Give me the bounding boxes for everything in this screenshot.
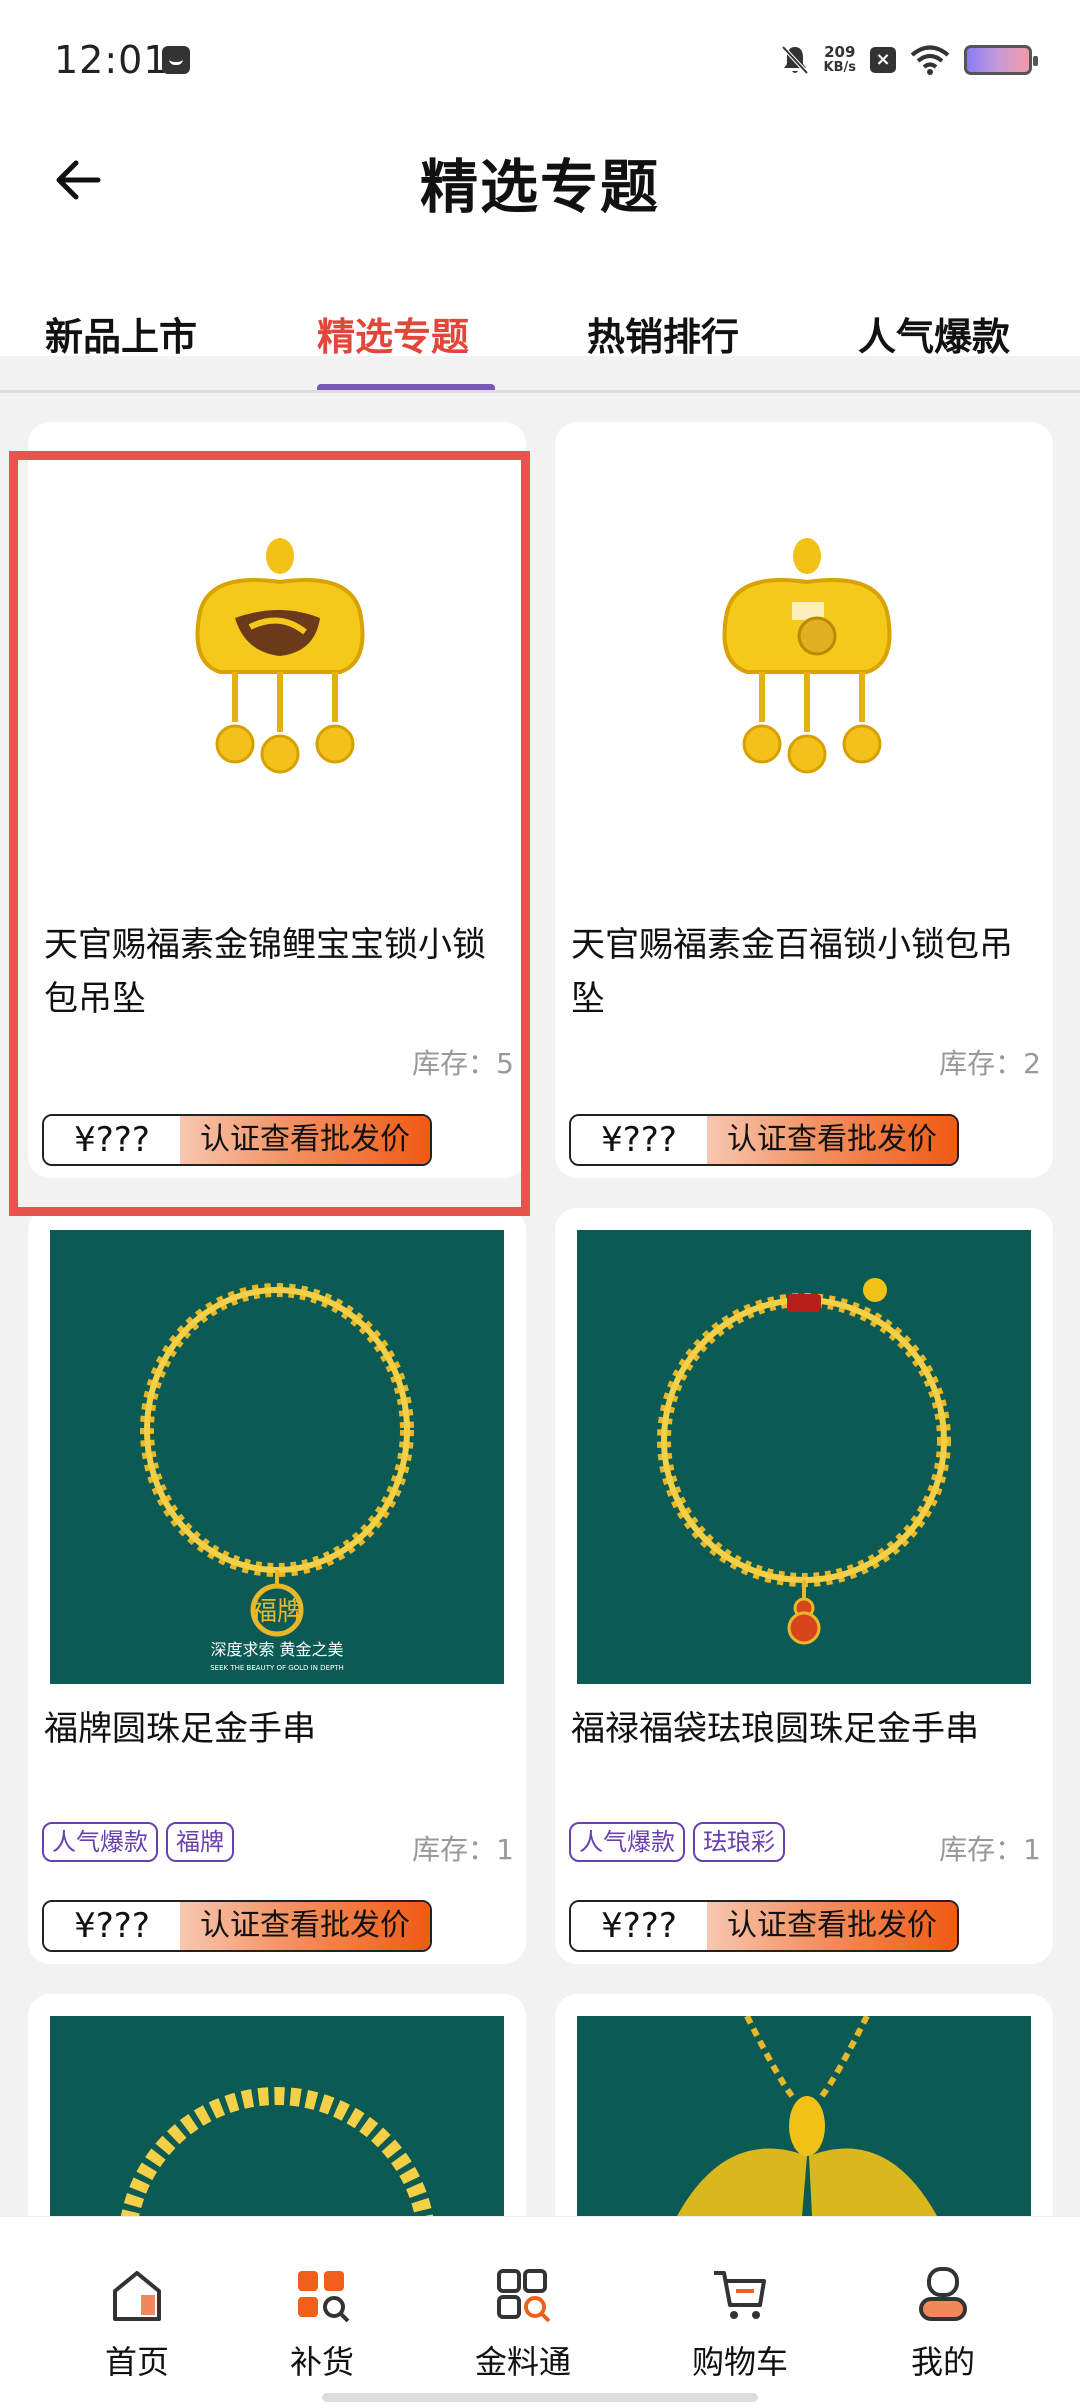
stock-value: 2 [1023,1047,1041,1080]
battery-icon [964,45,1038,75]
tab-popular[interactable]: 人气爆款 [799,306,1069,361]
fu-character-mark: 福牌 [251,1597,303,1627]
wifi-icon [910,45,950,75]
stock-value: 5 [496,1047,514,1080]
home-indicator[interactable] [322,2393,758,2402]
image-caption-sub: SEEK THE BEAUTY OF GOLD IN DEPTH [210,1664,344,1672]
product-card[interactable]: 福牌 深度求索 黄金之美 SEEK THE BEAUTY OF GOLD IN … [28,1208,526,1964]
bell-muted-icon [781,45,809,75]
tab-bar: 新品上市 精选专题 热销排行 人气爆款 [0,306,1080,396]
stock-count: 库存：1 [412,1828,514,1868]
network-speed-value: 209 [824,43,856,61]
certify-price-button[interactable]: 认证查看批发价 [180,1902,430,1950]
product-image-gourd-bracelet [577,1230,1031,1684]
certify-price-button[interactable]: 认证查看批发价 [707,1902,957,1950]
nav-gold-material[interactable]: 金料通 [448,2265,598,2383]
restock-grid-icon [298,2271,350,2323]
product-card[interactable]: 天官赐福素金锦鲤宝宝锁小锁包吊坠 库存：5 ¥??? 认证查看批发价 [28,422,526,1178]
status-icons: 209 KB/s × [780,40,1038,80]
stock-label: 库存： [412,1833,497,1866]
network-speed: 209 KB/s [824,44,856,76]
close-box-icon: × [870,47,896,73]
nav-label: 首页 [104,2343,169,2381]
product-card[interactable]: 福禄福袋珐琅圆珠足金手串 人气爆款 珐琅彩 库存：1 ¥??? 认证查看批发价 [555,1208,1053,1964]
tag-list: 人气爆款 珐琅彩 [569,1822,785,1862]
nav-label: 我的 [910,2343,975,2381]
stock-count: 库存：1 [939,1828,1041,1868]
price-box[interactable]: ¥??? 认证查看批发价 [569,1900,959,1952]
nav-label: 购物车 [691,2343,788,2381]
image-caption: 深度求索 黄金之美 [210,1640,343,1659]
price: ¥??? [44,1116,180,1164]
tag[interactable]: 人气爆款 [569,1822,685,1862]
stock-label: 库存： [939,1833,1024,1866]
price-box[interactable]: ¥??? 认证查看批发价 [42,1900,432,1952]
stock-count: 库存：5 [412,1042,514,1082]
product-image-longevity-lock [50,422,504,876]
tag-list: 人气爆款 福牌 [42,1822,234,1862]
nav-home[interactable]: 首页 [62,2265,212,2383]
price: ¥??? [571,1902,707,1950]
nav-restock[interactable]: 补货 [247,2265,397,2383]
message-notification-icon [162,46,190,74]
product-image-hundred-blessings-lock [577,422,1031,876]
tab-featured[interactable]: 精选专题 [258,306,528,361]
tag[interactable]: 人气爆款 [42,1822,158,1862]
price: ¥??? [44,1902,180,1950]
stock-label: 库存： [939,1047,1024,1080]
product-image-fu-bracelet: 福牌 深度求索 黄金之美 SEEK THE BEAUTY OF GOLD IN … [50,1230,504,1684]
page-title: 精选专题 [419,153,660,221]
gold-material-icon [497,2269,551,2323]
product-title: 天官赐福素金锦鲤宝宝锁小锁包吊坠 [44,925,486,1019]
home-icon [113,2271,161,2321]
price-box[interactable]: ¥??? 认证查看批发价 [569,1114,959,1166]
price: ¥??? [571,1116,707,1164]
nav-cart[interactable]: 购物车 [665,2265,815,2383]
product-title: 天官赐福素金百福锁小锁包吊坠 [571,925,1013,1019]
nav-label: 补货 [289,2343,354,2381]
stock-value: 1 [1023,1833,1041,1866]
header-divider [0,390,1080,393]
certify-price-button[interactable]: 认证查看批发价 [707,1116,957,1164]
tab-hot-ranking[interactable]: 热销排行 [528,306,798,361]
profile-icon [919,2267,967,2321]
tag[interactable]: 珐琅彩 [693,1822,785,1862]
cart-icon [714,2271,766,2319]
tab-new-arrivals[interactable]: 新品上市 [0,306,256,361]
status-time: 12:01 [54,38,169,82]
stock-label: 库存： [412,1047,497,1080]
status-bar: 12:01 209 KB/s × [0,0,1080,120]
network-speed-unit: KB/s [823,60,856,75]
stock-value: 1 [496,1833,514,1866]
certify-price-button[interactable]: 认证查看批发价 [180,1116,430,1164]
nav-label: 金料通 [474,2343,571,2381]
bottom-navigation: 首页 补货 金料通 购物车 我的 [0,2216,1080,2408]
price-box[interactable]: ¥??? 认证查看批发价 [42,1114,432,1166]
product-card[interactable]: 天官赐福素金百福锁小锁包吊坠 库存：2 ¥??? 认证查看批发价 [555,422,1053,1178]
nav-profile[interactable]: 我的 [868,2265,1018,2383]
product-title: 福牌圆珠足金手串 [44,1709,316,1749]
tag[interactable]: 福牌 [166,1822,234,1862]
product-title: 福禄福袋珐琅圆珠足金手串 [571,1709,979,1749]
stock-count: 库存：2 [939,1042,1041,1082]
